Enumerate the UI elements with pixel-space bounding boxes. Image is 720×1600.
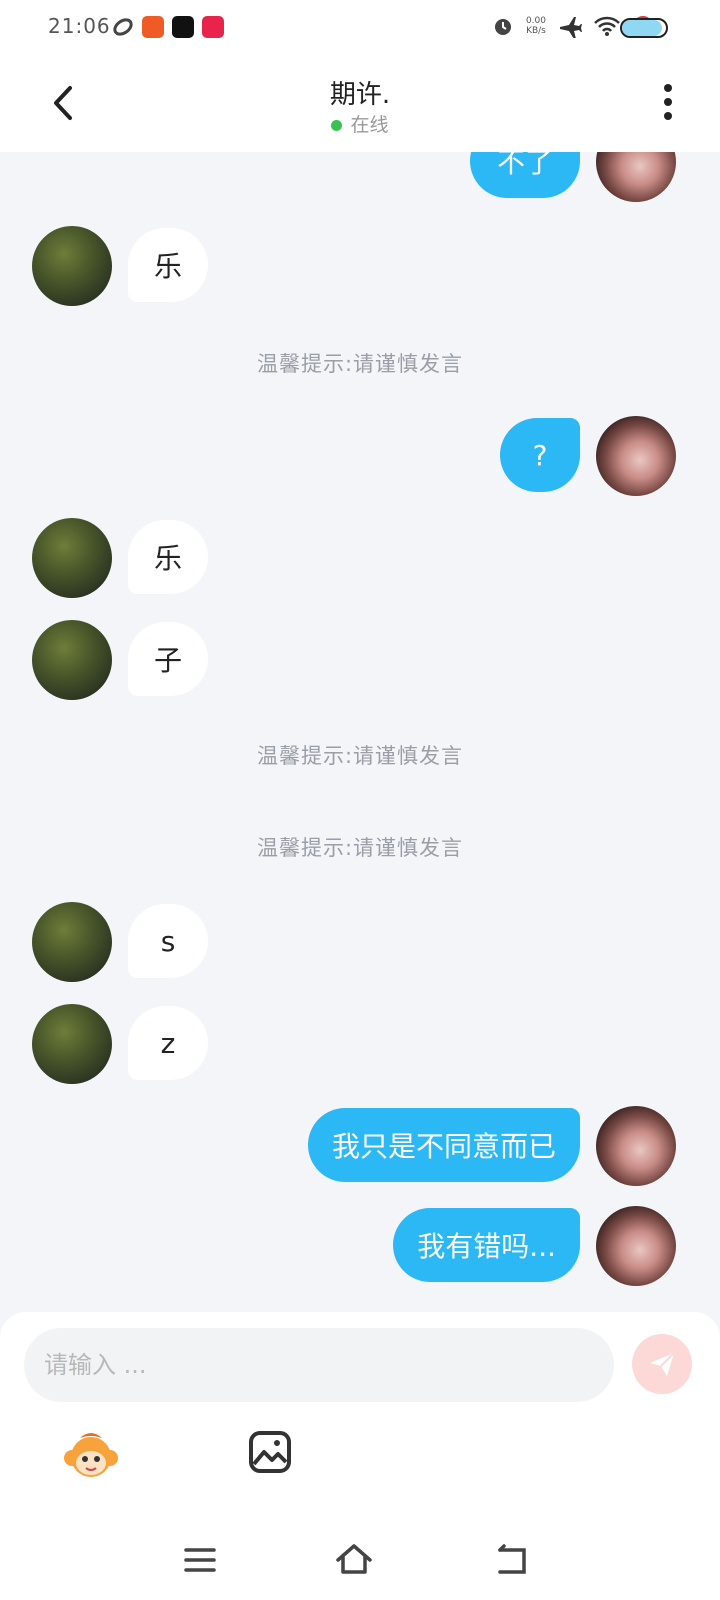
my-avatar[interactable]	[596, 1106, 676, 1186]
message-bubble-incoming[interactable]: z	[128, 1006, 208, 1080]
my-avatar[interactable]	[596, 1206, 676, 1286]
online-status-label: 在线	[350, 114, 389, 136]
system-nav-bar	[0, 1524, 720, 1600]
image-icon	[249, 1431, 291, 1473]
airplane-icon	[560, 17, 582, 38]
composer-panel	[0, 1312, 720, 1600]
contact-avatar[interactable]	[32, 226, 112, 306]
message-input[interactable]	[24, 1328, 614, 1402]
app-icon-2	[142, 16, 164, 38]
system-notice: 温馨提示:请谨慎发言	[256, 352, 464, 376]
app-icon-1	[112, 16, 134, 38]
message-bubble-outgoing[interactable]: ?	[500, 418, 580, 492]
menu-nav-button[interactable]	[180, 1540, 220, 1580]
alarm-icon	[494, 19, 511, 35]
status-time: 21:06	[48, 14, 111, 38]
contact-avatar[interactable]	[32, 518, 112, 598]
system-notice: 温馨提示:请谨慎发言	[256, 836, 464, 860]
home-nav-button[interactable]	[334, 1540, 374, 1580]
online-status: 在线	[0, 110, 720, 137]
chat-title: 期许.	[329, 80, 391, 110]
network-speed-unit: KB/s	[526, 26, 546, 36]
message-bubble-outgoing[interactable]: 不了	[470, 152, 580, 198]
contact-avatar[interactable]	[32, 902, 112, 982]
chat-header: 期许. 在线	[0, 56, 720, 152]
my-avatar[interactable]	[596, 152, 676, 202]
back-nav-button[interactable]	[492, 1540, 532, 1580]
battery-fill	[622, 20, 662, 36]
message-bubble-outgoing[interactable]: 我只是不同意而已	[307, 1108, 580, 1182]
more-dot-icon	[664, 112, 672, 120]
message-bubble-incoming[interactable]: 子	[128, 622, 208, 696]
contact-avatar[interactable]	[32, 1004, 112, 1084]
contact-avatar[interactable]	[32, 620, 112, 700]
monkey-emoji-icon	[64, 1433, 118, 1477]
status-app-icons	[112, 16, 224, 38]
message-bubble-incoming[interactable]: 乐	[128, 520, 208, 594]
paper-plane-icon	[650, 1352, 675, 1376]
app-icon-4	[202, 16, 224, 38]
return-icon	[498, 1544, 526, 1574]
home-icon	[336, 1544, 372, 1574]
network-speed-value: 0.00	[525, 16, 546, 26]
online-dot-icon	[331, 120, 343, 131]
app-icon-3	[172, 16, 194, 38]
my-avatar[interactable]	[596, 416, 676, 496]
message-bubble-incoming[interactable]: s	[128, 904, 208, 978]
more-dot-icon	[664, 98, 672, 106]
status-bar: 21:06 0.00 KB/s	[0, 0, 720, 56]
menu-icon	[184, 1548, 216, 1572]
system-notice: 温馨提示:请谨慎发言	[256, 744, 464, 768]
emoji-button[interactable]	[62, 1430, 120, 1482]
wifi-icon	[594, 16, 620, 36]
battery-indicator	[620, 18, 668, 38]
message-bubble-incoming[interactable]: 乐	[128, 228, 208, 302]
more-options-button[interactable]	[658, 84, 678, 124]
more-dot-icon	[664, 84, 672, 92]
network-speed: 0.00 KB/s	[526, 16, 546, 36]
send-button[interactable]	[632, 1334, 692, 1394]
message-list[interactable]: 不了 乐 温馨提示:请谨慎发言 ? 乐 子 温馨提示:请谨慎发言 温馨提示:请谨…	[0, 152, 720, 1312]
message-bubble-outgoing[interactable]: 我有错吗...	[393, 1208, 580, 1282]
image-picker-button[interactable]	[248, 1430, 292, 1474]
